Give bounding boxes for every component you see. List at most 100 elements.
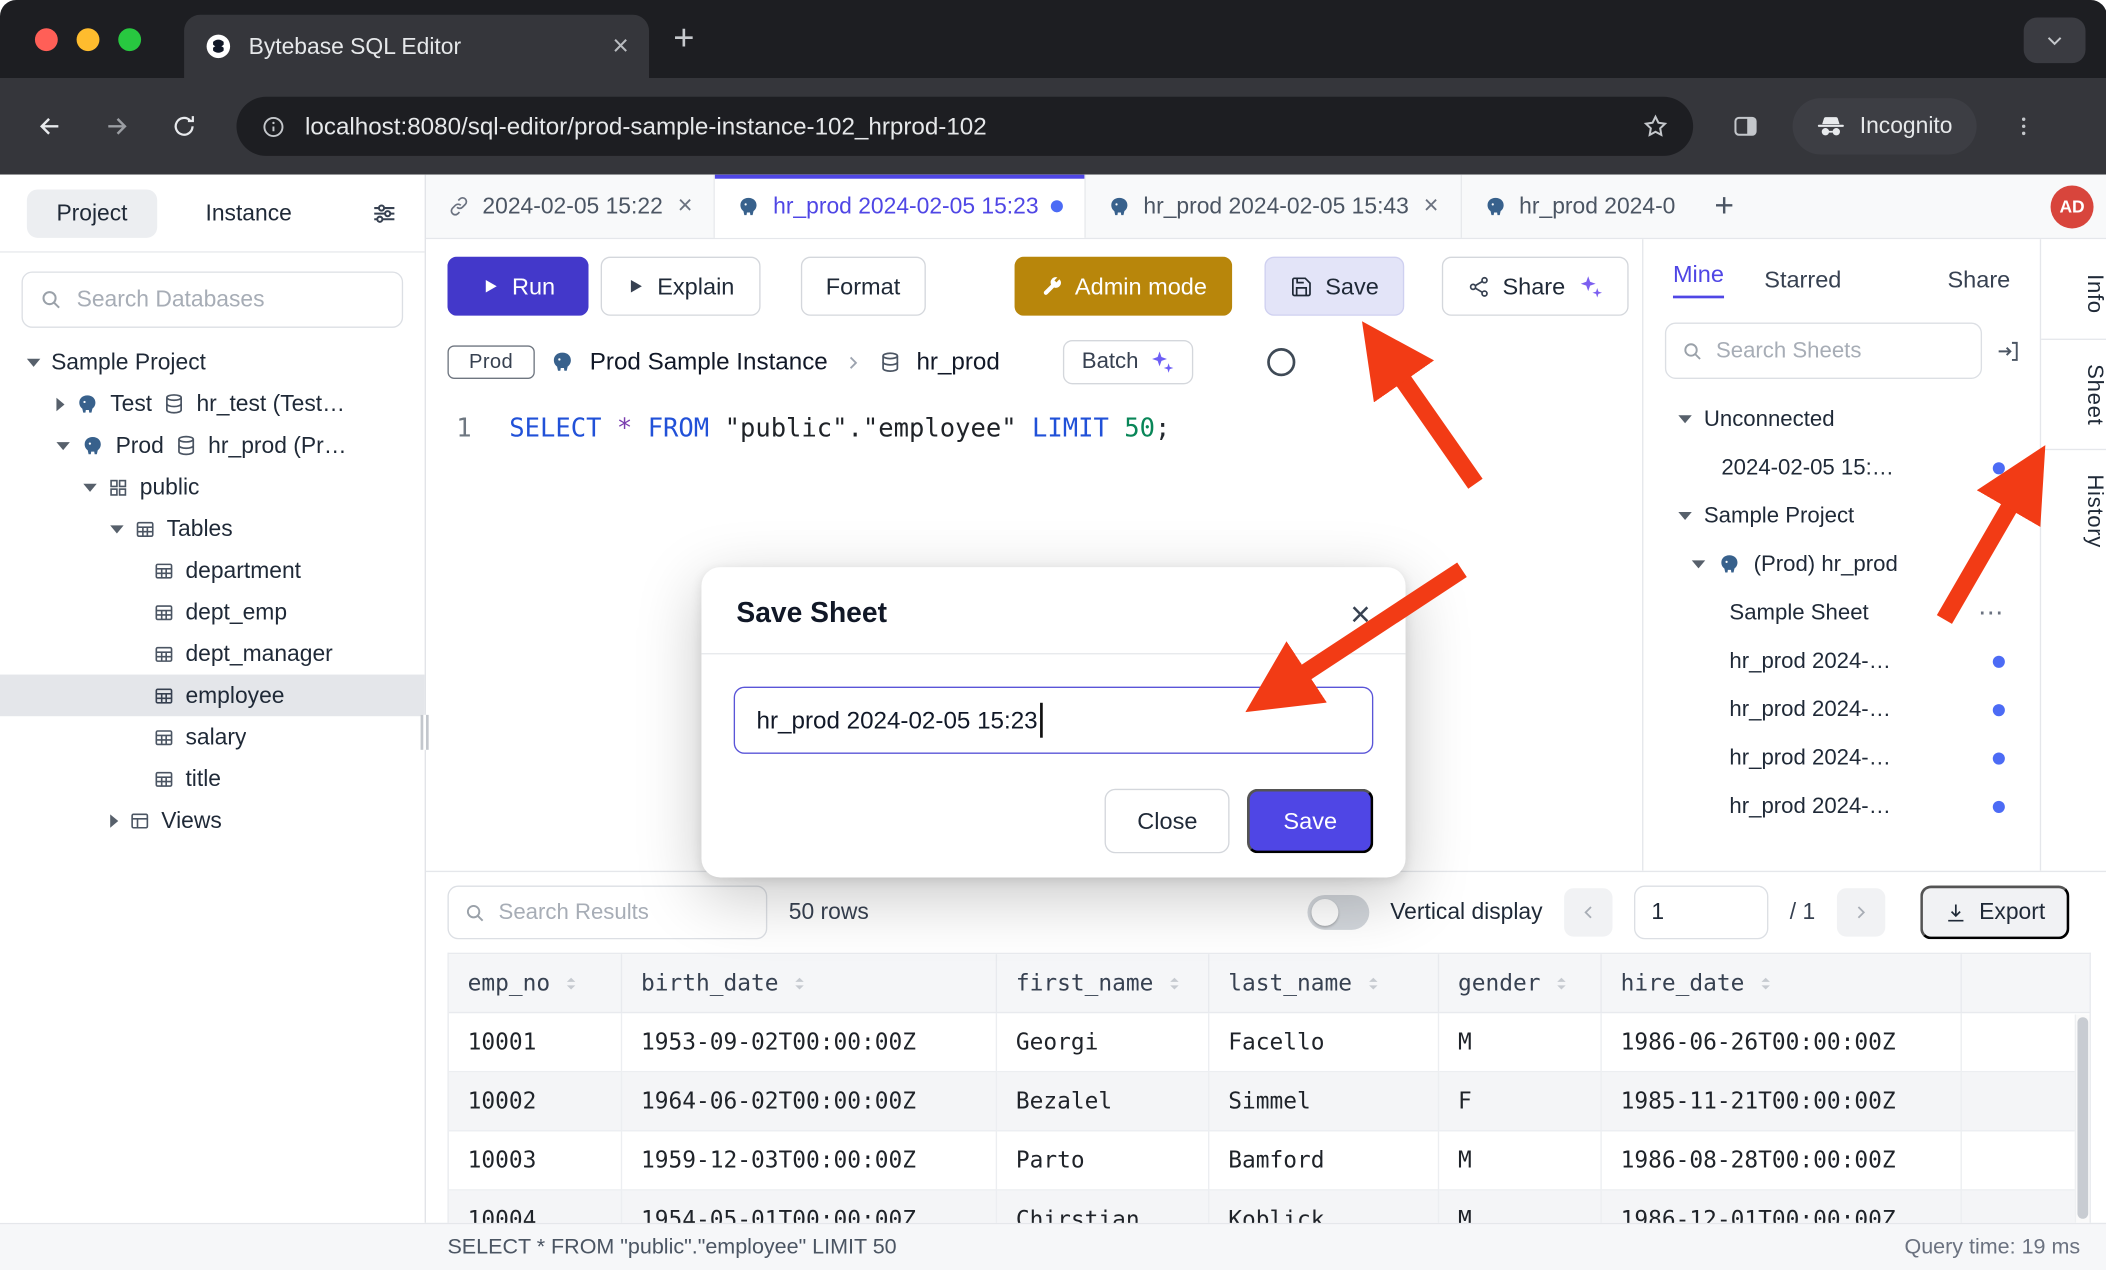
tab-starred[interactable]: Starred: [1764, 265, 1841, 293]
editor-tab-active[interactable]: hr_prod 2024-02-05 15:23: [715, 175, 1085, 238]
tree-item-tables-group[interactable]: Tables: [0, 508, 425, 550]
explain-button[interactable]: Explain: [601, 257, 760, 316]
export-button[interactable]: Export: [1920, 886, 2069, 940]
sheet-group-database[interactable]: (Prod) hr_prod: [1643, 540, 2039, 588]
close-tab-icon[interactable]: ×: [678, 191, 693, 221]
bookmark-star-icon[interactable]: [1642, 113, 1669, 140]
caret-down-icon[interactable]: [1678, 512, 1691, 520]
sort-icon[interactable]: [791, 974, 810, 993]
share-button[interactable]: Share: [1442, 257, 1628, 316]
sheet-search-input[interactable]: [1716, 338, 1966, 364]
browser-tab[interactable]: Bytebase SQL Editor ×: [184, 15, 649, 78]
column-header[interactable]: gender: [1439, 954, 1602, 1013]
tab-mine[interactable]: Mine: [1673, 261, 1724, 299]
database-search-input[interactable]: [77, 286, 386, 313]
results-search-input[interactable]: [499, 900, 752, 926]
sheet-item[interactable]: hr_prod 2024-…: [1643, 685, 2039, 733]
prev-page-button[interactable]: [1564, 888, 1612, 936]
tab-history[interactable]: History: [2041, 450, 2106, 572]
caret-down-icon[interactable]: [83, 483, 96, 491]
side-panel-button[interactable]: [1717, 98, 1773, 154]
user-avatar[interactable]: AD: [2051, 185, 2094, 228]
table-row[interactable]: 10001 1953-09-02T00:00:00Z Georgi Facell…: [449, 1013, 2090, 1072]
environment-chip[interactable]: Prod: [447, 345, 534, 379]
tree-item-schema-public[interactable]: public: [0, 466, 425, 508]
sort-icon[interactable]: [1553, 974, 1572, 993]
table-row[interactable]: 10004 1954-05-01T00:00:00Z Chirstian Kob…: [449, 1191, 2090, 1223]
format-button[interactable]: Format: [800, 257, 926, 316]
tree-item-table[interactable]: dept_manager: [0, 633, 425, 675]
batch-mode-button[interactable]: Batch: [1063, 340, 1194, 384]
site-info-icon[interactable]: [261, 114, 287, 140]
close-tab-icon[interactable]: ×: [612, 32, 628, 60]
save-button[interactable]: Save: [1265, 257, 1405, 316]
sheet-item[interactable]: 2024-02-05 15:…: [1643, 443, 2039, 491]
column-header[interactable]: hire_date: [1602, 954, 1962, 1013]
zoom-window-button[interactable]: [118, 28, 141, 51]
tree-item-table[interactable]: dept_emp: [0, 591, 425, 633]
browser-menu-button[interactable]: [1995, 98, 2051, 154]
filter-settings-icon[interactable]: [371, 200, 398, 227]
new-sheet-tab-button[interactable]: +: [1697, 187, 1752, 226]
column-header[interactable]: birth_date: [622, 954, 997, 1013]
admin-mode-button[interactable]: Admin mode: [1014, 257, 1232, 316]
tab-info[interactable]: Info: [2041, 250, 2106, 338]
dialog-close-button[interactable]: Close: [1105, 789, 1230, 854]
close-window-button[interactable]: [35, 28, 58, 51]
page-number-input[interactable]: [1634, 886, 1768, 940]
collapse-panel-icon[interactable]: [1995, 338, 2021, 364]
editor-tab[interactable]: 2024-02-05 15:22 ×: [426, 175, 715, 238]
sidebar-resize-handle[interactable]: [421, 715, 429, 750]
sheet-name-input[interactable]: hr_prod 2024-02-05 15:23: [734, 687, 1374, 754]
scrollbar-thumb[interactable]: [2077, 1017, 2088, 1219]
column-header[interactable]: emp_no: [449, 954, 622, 1013]
table-row[interactable]: 10002 1964-06-02T00:00:00Z Bezalel Simme…: [449, 1072, 2090, 1131]
forward-button[interactable]: [89, 98, 145, 154]
sort-icon[interactable]: [1364, 974, 1383, 993]
tree-item-views-group[interactable]: Views: [0, 800, 425, 842]
more-options-icon[interactable]: ⋯: [1978, 597, 2005, 628]
caret-right-icon[interactable]: [56, 397, 64, 410]
dialog-save-button[interactable]: Save: [1247, 789, 1373, 854]
assistant-ring-icon[interactable]: [1267, 348, 1295, 376]
sort-icon[interactable]: [1756, 974, 1775, 993]
caret-down-icon[interactable]: [56, 441, 69, 449]
caret-down-icon[interactable]: [110, 525, 123, 533]
tree-item-prod-database[interactable]: Prod hr_prod (Pr…: [0, 425, 425, 467]
tree-item-table-selected[interactable]: employee: [0, 675, 425, 717]
next-page-button[interactable]: [1837, 888, 1885, 936]
close-icon[interactable]: ×: [1350, 597, 1370, 632]
close-tab-icon[interactable]: ×: [1424, 191, 1439, 221]
sort-icon[interactable]: [1166, 974, 1185, 993]
new-browser-tab-button[interactable]: +: [673, 17, 694, 59]
column-header[interactable]: first_name: [997, 954, 1209, 1013]
caret-down-icon[interactable]: [27, 358, 40, 366]
column-header[interactable]: last_name: [1209, 954, 1439, 1013]
reload-button[interactable]: [156, 98, 212, 154]
tab-sheet[interactable]: Sheet: [2041, 338, 2106, 450]
sort-icon[interactable]: [562, 974, 581, 993]
caret-right-icon[interactable]: [110, 814, 118, 827]
tree-item-table[interactable]: salary: [0, 716, 425, 758]
tab-instance[interactable]: Instance: [205, 200, 291, 227]
sheet-group-unconnected[interactable]: Unconnected: [1643, 395, 2039, 443]
sheet-group-project[interactable]: Sample Project: [1643, 492, 2039, 540]
table-scrollbar[interactable]: [2075, 1015, 2090, 1223]
caret-down-icon[interactable]: [1692, 560, 1705, 568]
run-button[interactable]: Run: [447, 257, 588, 316]
tab-search-button[interactable]: [2024, 17, 2086, 63]
tree-item-table[interactable]: title: [0, 758, 425, 800]
tree-item-table[interactable]: department: [0, 550, 425, 592]
editor-tab[interactable]: hr_prod 2024-0: [1461, 175, 1697, 238]
address-bar[interactable]: localhost:8080/sql-editor/prod-sample-in…: [237, 97, 1694, 156]
table-row[interactable]: 10003 1959-12-03T00:00:00Z Parto Bamford…: [449, 1131, 2090, 1190]
sheet-item[interactable]: hr_prod 2024-…: [1643, 637, 2039, 685]
caret-down-icon[interactable]: [1678, 415, 1691, 423]
tab-share[interactable]: Share: [1947, 265, 2010, 293]
tab-project[interactable]: Project: [27, 189, 157, 237]
sheet-item[interactable]: hr_prod 2024-…: [1643, 782, 2039, 830]
minimize-window-button[interactable]: [77, 28, 100, 51]
vertical-display-toggle[interactable]: [1307, 895, 1369, 930]
tree-item-project[interactable]: Sample Project: [0, 341, 425, 383]
sheet-item[interactable]: hr_prod 2024-…: [1643, 734, 2039, 782]
